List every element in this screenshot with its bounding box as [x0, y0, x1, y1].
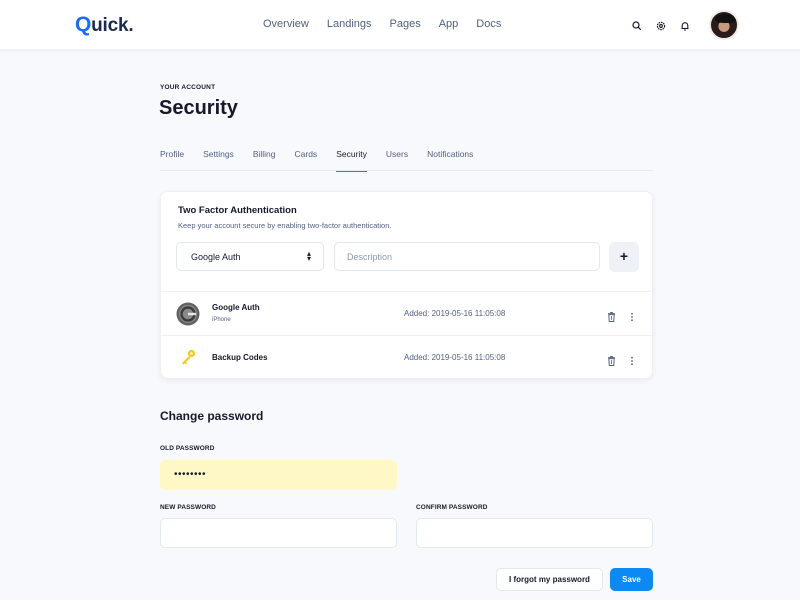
old-password-label: OLD PASSWORD — [160, 445, 215, 452]
trash-icon[interactable] — [607, 309, 616, 322]
gear-icon[interactable] — [655, 19, 667, 31]
description-input[interactable]: Description — [334, 242, 600, 271]
user-avatar[interactable] — [709, 10, 739, 40]
auth-method-select[interactable]: Google Auth ▴ ▾ — [176, 242, 324, 271]
more-vertical-icon[interactable] — [629, 353, 635, 366]
top-navbar: Quick. Overview Landings Pages App Docs — [0, 0, 800, 50]
tab-profile[interactable]: Profile — [160, 143, 184, 171]
method-added-date: Added: 2019-05-16 11:05:08 — [404, 309, 506, 318]
page-eyebrow: YOUR ACCOUNT — [160, 84, 216, 91]
auth-method-row: Google Auth iPhone Added: 2019-05-16 11:… — [161, 291, 652, 335]
key-icon — [176, 346, 200, 370]
nav-landings[interactable]: Landings — [327, 18, 372, 30]
tab-cards[interactable]: Cards — [295, 143, 318, 171]
confirm-password-field[interactable] — [416, 518, 653, 548]
nav-docs[interactable]: Docs — [476, 18, 501, 30]
save-button[interactable]: Save — [610, 568, 653, 591]
auth-method-value: Google Auth — [191, 252, 241, 262]
tab-security[interactable]: Security — [336, 143, 367, 172]
method-name: Backup Codes — [212, 353, 268, 362]
header-actions — [631, 19, 691, 31]
method-device: iPhone — [212, 317, 231, 323]
tab-billing[interactable]: Billing — [253, 143, 276, 171]
more-vertical-icon[interactable] — [629, 309, 635, 322]
search-icon[interactable] — [631, 19, 643, 31]
change-password-title: Change password — [160, 409, 264, 423]
tab-settings[interactable]: Settings — [203, 143, 234, 171]
bell-icon[interactable] — [679, 19, 691, 31]
nav-pages[interactable]: Pages — [390, 18, 421, 30]
select-updown-icon: ▴ ▾ — [306, 249, 311, 263]
nav-overview[interactable]: Overview — [263, 18, 309, 30]
main-nav: Overview Landings Pages App Docs — [263, 18, 519, 30]
google-authenticator-icon — [176, 302, 200, 326]
two-factor-card: Two Factor Authentication Keep your acco… — [160, 191, 653, 379]
page-title: Security — [159, 97, 238, 119]
new-password-field[interactable] — [160, 518, 397, 548]
logo[interactable]: Quick. — [75, 13, 134, 37]
two-factor-title: Two Factor Authentication — [178, 205, 297, 216]
nav-app[interactable]: App — [439, 18, 459, 30]
account-tabs: Profile Settings Billing Cards Security … — [160, 143, 653, 172]
logo-text: uick. — [91, 15, 134, 36]
two-factor-subtitle: Keep your account secure by enabling two… — [178, 221, 392, 230]
method-name: Google Auth — [212, 303, 260, 312]
tab-users[interactable]: Users — [386, 143, 408, 171]
confirm-password-label: CONFIRM PASSWORD — [416, 504, 488, 511]
forgot-password-button[interactable]: I forgot my password — [496, 568, 603, 591]
tab-notifications[interactable]: Notifications — [427, 143, 473, 171]
trash-icon[interactable] — [607, 353, 616, 366]
auth-method-row: Backup Codes Added: 2019-05-16 11:05:08 — [161, 335, 652, 379]
add-method-button[interactable]: + — [609, 242, 639, 272]
new-password-label: NEW PASSWORD — [160, 504, 216, 511]
old-password-value: •••••••• — [174, 469, 207, 480]
method-added-date: Added: 2019-05-16 11:05:08 — [404, 353, 506, 362]
logo-mark: Q — [75, 13, 92, 36]
old-password-field[interactable]: •••••••• — [160, 460, 397, 490]
